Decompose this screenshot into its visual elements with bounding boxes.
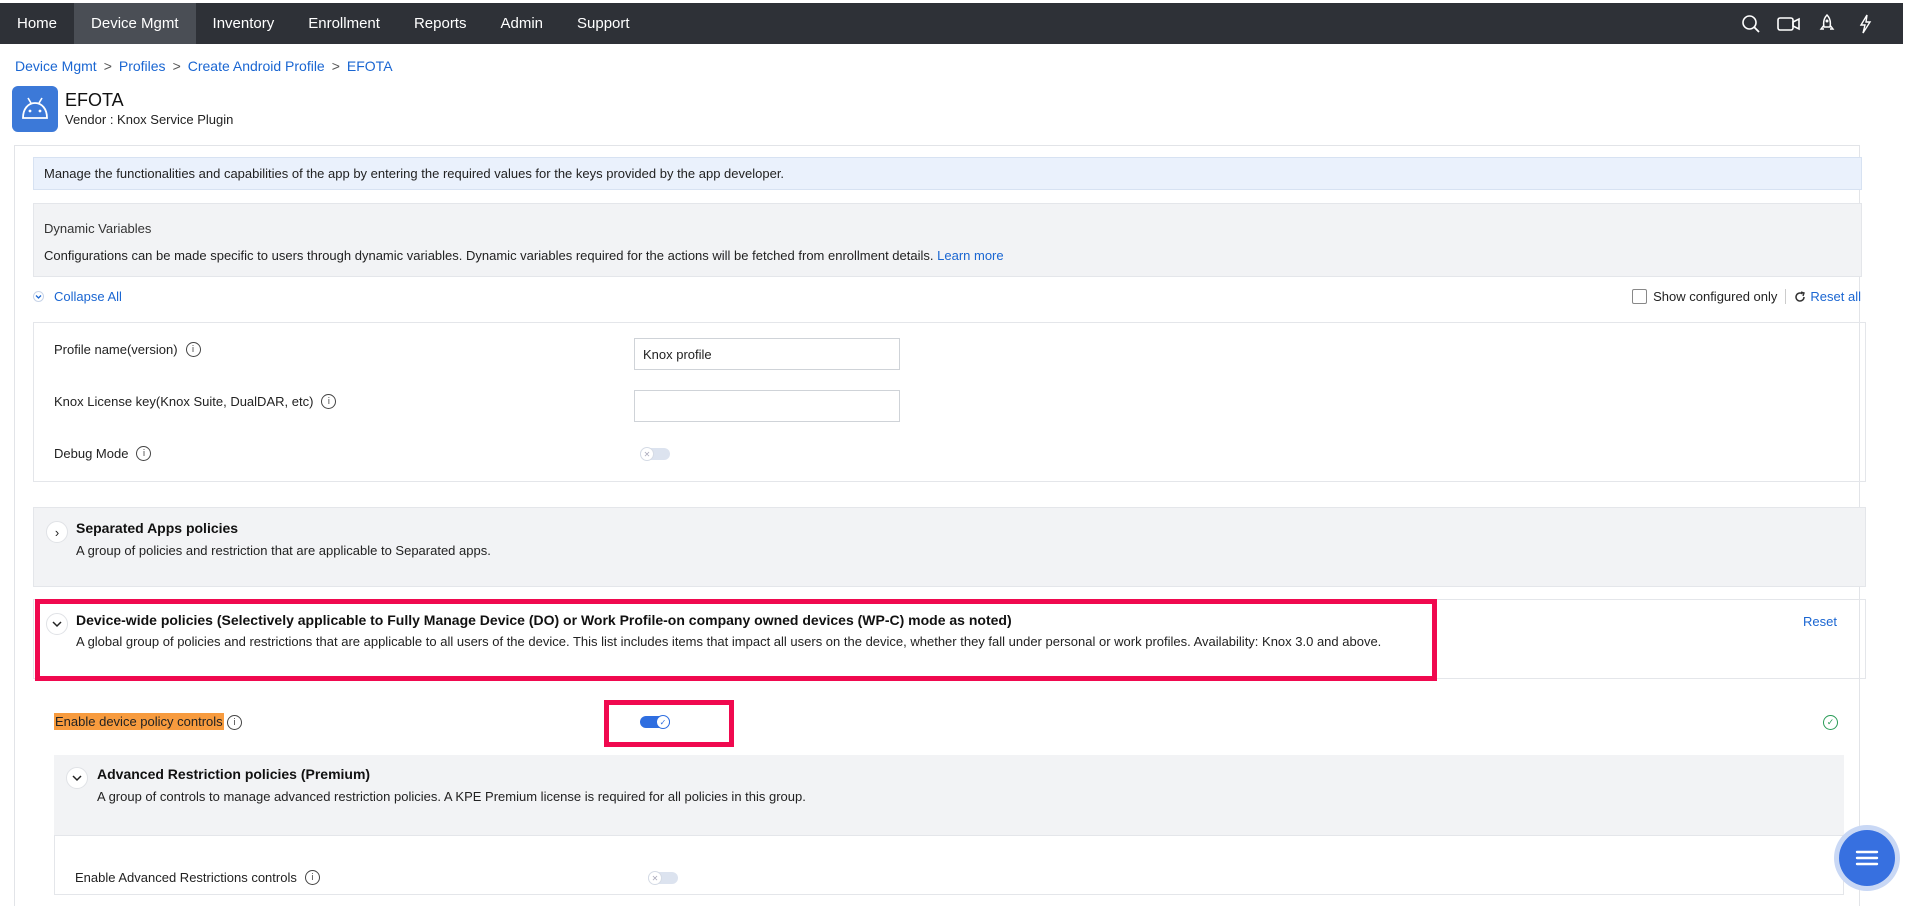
collapse-all-button[interactable]: Collapse All [33, 289, 122, 304]
breadcrumb-create-android-profile[interactable]: Create Android Profile [188, 58, 325, 74]
license-key-label: Knox License key(Knox Suite, DualDAR, et… [54, 394, 314, 409]
refresh-icon [1795, 290, 1806, 302]
advanced-restriction-desc: A group of controls to manage advanced r… [97, 789, 806, 804]
breadcrumb-separator: > [103, 58, 112, 74]
toolbar-right: Show configured only Reset all [1632, 289, 1861, 304]
chevron-down-icon [33, 291, 44, 302]
page-scrollbar[interactable] [1903, 0, 1917, 894]
advanced-enable-label: Enable Advanced Restrictions controls [75, 870, 297, 885]
chevron-right-icon[interactable]: › [46, 521, 68, 543]
device-wide-desc: A global group of policies and restricti… [76, 634, 1382, 649]
dynamic-variables-text-row: Configurations can be made specific to u… [44, 248, 1851, 263]
separated-apps-desc: A group of policies and restriction that… [76, 543, 491, 558]
info-banner: Manage the functionalities and capabilit… [33, 157, 1862, 190]
nav-enrollment[interactable]: Enrollment [291, 3, 397, 44]
license-key-input[interactable] [634, 390, 900, 422]
menu-icon [1855, 850, 1879, 866]
profile-name-input[interactable]: Knox profile [634, 338, 900, 370]
breadcrumb-separator: > [172, 58, 181, 74]
profile-name-value: Knox profile [643, 346, 712, 362]
menu-fab-button[interactable] [1839, 830, 1895, 886]
dynamic-variables-text: Configurations can be made specific to u… [44, 248, 934, 263]
breadcrumb-device-mgmt[interactable]: Device Mgmt [15, 58, 97, 74]
debug-mode-toggle[interactable]: ✕ [640, 447, 670, 461]
info-icon[interactable]: i [321, 394, 337, 409]
license-key-label-row: Knox License key(Knox Suite, DualDAR, et… [54, 394, 337, 409]
enable-device-policy-toggle[interactable]: ✓ [640, 715, 670, 729]
breadcrumb-efota[interactable]: EFOTA [347, 58, 393, 74]
divider [1785, 289, 1787, 304]
android-icon [12, 86, 58, 132]
lightning-icon[interactable] [1853, 12, 1877, 36]
device-wide-title: Device-wide policies (Selectively applic… [76, 612, 1012, 628]
nav-reports[interactable]: Reports [397, 3, 484, 44]
nav-device-mgmt[interactable]: Device Mgmt [74, 3, 196, 44]
breadcrumb-separator: > [331, 58, 340, 74]
collapse-all-label: Collapse All [54, 289, 122, 304]
learn-more-link[interactable]: Learn more [937, 248, 1003, 263]
app-header: EFOTA Vendor : Knox Service Plugin [12, 86, 233, 132]
rocket-icon[interactable] [1815, 12, 1839, 36]
advanced-enable-toggle[interactable]: ✕ [648, 871, 678, 885]
video-icon[interactable] [1777, 12, 1801, 36]
info-icon[interactable]: i [185, 342, 201, 357]
app-vendor: Vendor : Knox Service Plugin [65, 112, 234, 127]
check-icon: ✓ [656, 715, 670, 729]
advanced-enable-label-row: Enable Advanced Restrictions controls i [75, 870, 320, 885]
app-title-block: EFOTA Vendor : Knox Service Plugin [65, 89, 233, 129]
toggle-off-icon: ✕ [648, 871, 662, 885]
info-banner-text: Manage the functionalities and capabilit… [44, 166, 785, 181]
reset-section-button[interactable]: Reset [1803, 614, 1837, 629]
dynamic-variables-box: Dynamic Variables Configurations can be … [33, 203, 1862, 277]
info-icon[interactable]: i [227, 715, 242, 730]
breadcrumb-profiles[interactable]: Profiles [119, 58, 166, 74]
toggle-off-icon: ✕ [640, 447, 654, 461]
nav-right-icons [1739, 3, 1903, 44]
chevron-down-icon[interactable] [66, 767, 88, 789]
reset-all-label: Reset all [1810, 289, 1861, 304]
separated-apps-title: Separated Apps policies [76, 520, 239, 536]
show-configured-label: Show configured only [1653, 289, 1778, 304]
chevron-down-icon[interactable] [46, 613, 68, 635]
nav-support[interactable]: Support [560, 3, 647, 44]
configured-check-icon: ✓ [1823, 715, 1838, 730]
top-nav: Home Device Mgmt Inventory Enrollment Re… [0, 3, 1903, 44]
profile-name-label: Profile name(version) [54, 342, 178, 357]
app-name: EFOTA [65, 90, 124, 110]
enable-device-policy-label: Enable device policy controls [54, 713, 224, 730]
info-icon[interactable]: i [304, 870, 320, 885]
debug-mode-label-row: Debug Mode i [54, 446, 152, 461]
show-configured-checkbox[interactable] [1632, 289, 1648, 304]
advanced-restriction-title: Advanced Restriction policies (Premium) [97, 766, 371, 782]
reset-all-button[interactable]: Reset all [1794, 289, 1861, 304]
nav-inventory[interactable]: Inventory [196, 3, 292, 44]
nav-home[interactable]: Home [0, 3, 74, 44]
dynamic-variables-title: Dynamic Variables [44, 221, 152, 236]
nav-admin[interactable]: Admin [483, 3, 560, 44]
search-icon[interactable] [1739, 12, 1763, 36]
info-icon[interactable]: i [136, 446, 152, 461]
breadcrumb: Device Mgmt > Profiles > Create Android Prof… [15, 58, 393, 74]
profile-name-label-row: Profile name(version) i [54, 342, 201, 357]
debug-mode-label: Debug Mode [54, 446, 129, 461]
